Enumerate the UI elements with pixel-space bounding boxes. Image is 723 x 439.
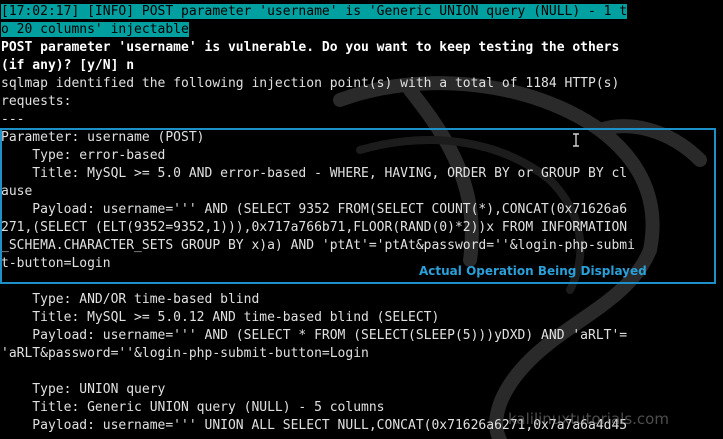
- terminal-line-text: ---: [1, 112, 25, 127]
- terminal-line: _SCHEMA.CHARACTER_SETS GROUP BY x)a) AND…: [1, 237, 723, 255]
- terminal-line-text: [17:02:17] [INFO] POST parameter 'userna…: [1, 4, 628, 19]
- terminal-line: sqlmap identified the following injectio…: [1, 75, 723, 93]
- terminal-line: Payload: username=''' AND (SELECT 9352 F…: [1, 201, 723, 219]
- watermark: kalilinuxtutorials.com: [508, 410, 669, 428]
- terminal-line-text: Title: MySQL >= 5.0 AND error-based - WH…: [1, 166, 628, 181]
- terminal-line-text: Payload: username=''' AND (SELECT 9352 F…: [1, 202, 628, 217]
- terminal-line: Title: MySQL >= 5.0 AND error-based - WH…: [1, 165, 723, 183]
- terminal-line-text: requests:: [1, 94, 72, 109]
- terminal-line: Parameter: username (POST): [1, 129, 723, 147]
- terminal-line: Type: AND/OR time-based blind: [1, 291, 723, 309]
- terminal-line-text: POST parameter 'username' is vulnerable.…: [1, 40, 620, 55]
- terminal-line-text: Type: AND/OR time-based blind: [1, 292, 260, 307]
- terminal-line: ---: [1, 111, 723, 129]
- terminal-line: requests:: [1, 93, 723, 111]
- terminal-line: 271,(SELECT (ELT(9352=9352,1))),0x717a76…: [1, 219, 723, 237]
- terminal-line: Title: MySQL >= 5.0.12 AND time-based bl…: [1, 309, 723, 327]
- terminal-output: [17:02:17] [INFO] POST parameter 'userna…: [1, 3, 723, 435]
- terminal-line-text: 'aRLT&password=''&login-php-submit-butto…: [1, 346, 369, 361]
- terminal-line-text: Title: Generic UNION query (NULL) - 5 co…: [1, 400, 385, 415]
- terminal-line: (if any)? [y/N] n: [1, 57, 723, 75]
- terminal-line-text: Type: UNION query: [1, 382, 166, 397]
- terminal-line-text: Title: MySQL >= 5.0.12 AND time-based bl…: [1, 310, 440, 325]
- terminal-line-text: t-button=Login: [1, 256, 111, 271]
- terminal-line: ause: [1, 183, 723, 201]
- terminal-line: Type: error-based: [1, 147, 723, 165]
- terminal-window[interactable]: [17:02:17] [INFO] POST parameter 'userna…: [0, 0, 723, 439]
- terminal-line: [17:02:17] [INFO] POST parameter 'userna…: [1, 3, 723, 21]
- terminal-line-text: Type: error-based: [1, 148, 166, 163]
- terminal-line-text: (if any)? [y/N] n: [1, 58, 135, 73]
- terminal-line-text: _SCHEMA.CHARACTER_SETS GROUP BY x)a) AND…: [1, 238, 635, 253]
- terminal-line: Type: UNION query: [1, 381, 723, 399]
- terminal-line-text: 271,(SELECT (ELT(9352=9352,1))),0x717a76…: [1, 220, 628, 235]
- annotation-label: Actual Operation Being Displayed: [419, 264, 647, 278]
- terminal-line-text: sqlmap identified the following injectio…: [1, 76, 620, 91]
- ibeam-cursor-icon: [573, 133, 579, 147]
- terminal-line-text: Parameter: username (POST): [1, 130, 205, 145]
- terminal-line-text: Payload: username=''' AND (SELECT * FROM…: [1, 328, 628, 343]
- terminal-line: o 20 columns' injectable: [1, 21, 723, 39]
- terminal-line: Payload: username=''' AND (SELECT * FROM…: [1, 327, 723, 345]
- terminal-line: 'aRLT&password=''&login-php-submit-butto…: [1, 345, 723, 363]
- terminal-line: POST parameter 'username' is vulnerable.…: [1, 39, 723, 57]
- terminal-line-text: o 20 columns' injectable: [1, 22, 189, 37]
- terminal-line-text: ause: [1, 184, 33, 199]
